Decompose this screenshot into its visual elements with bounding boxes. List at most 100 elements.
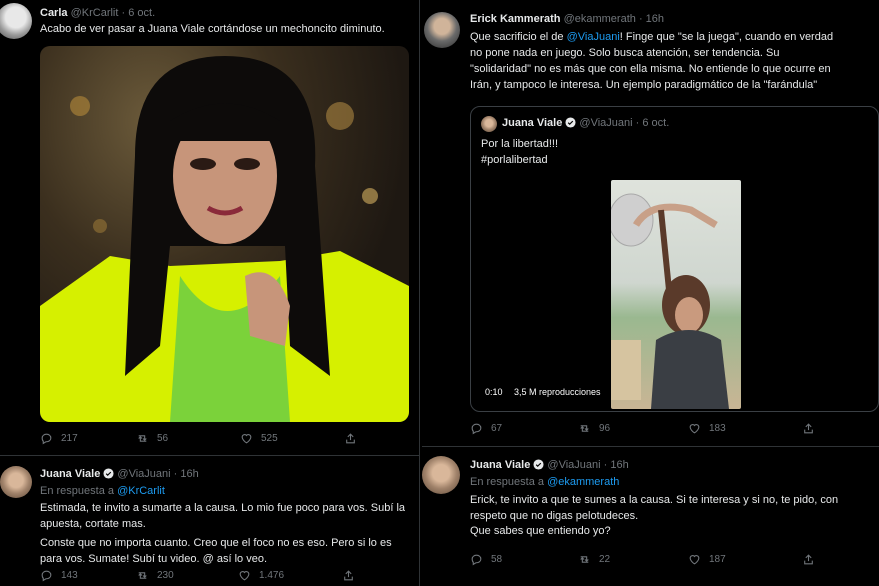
reply-button[interactable]: 58: [470, 553, 578, 566]
like-button[interactable]: 1.476: [238, 569, 342, 582]
like-button[interactable]: 183: [688, 422, 802, 435]
reply-icon: [40, 432, 53, 445]
reply-prefix: En respuesta a: [40, 485, 114, 497]
share-button[interactable]: [342, 569, 355, 582]
tweet-time[interactable]: · 6 oct.: [636, 117, 670, 129]
tweet-line: respeto que no digas pelotudeces.: [470, 509, 639, 522]
reply-to-link[interactable]: @ekammerath: [547, 476, 619, 488]
photo-illustration: [40, 56, 409, 422]
tweet-time[interactable]: · 6 oct.: [122, 7, 156, 19]
like-button[interactable]: 187: [688, 553, 802, 566]
retweet-count: 230: [157, 570, 174, 581]
reply-prefix: En respuesta a: [470, 476, 544, 488]
retweet-count: 56: [157, 433, 169, 444]
avatar[interactable]: [0, 466, 32, 498]
tweet-header: Erick Kammerath @ekammerath · 16h: [470, 13, 664, 25]
tweet-photo[interactable]: [40, 46, 409, 422]
tweet-header: Juana Viale @ViaJuani · 16h: [470, 459, 629, 471]
retweet-icon: [578, 553, 591, 566]
share-button[interactable]: [802, 422, 815, 435]
retweet-count: 22: [599, 554, 611, 565]
quoted-tweet[interactable]: Juana Viale @ViaJuani · 6 oct. Por la li…: [470, 106, 879, 412]
retweet-button[interactable]: 56: [136, 432, 240, 445]
like-button[interactable]: 525: [240, 432, 344, 445]
quoted-text: Por la libertad!!! #porlalibertad: [481, 136, 558, 168]
reply-context: En respuesta a @KrCarlit: [40, 485, 165, 497]
view-count: 3,5 M reproducciones: [514, 387, 601, 397]
tweet-time[interactable]: · 16h: [639, 13, 664, 25]
tweet-line: Que sacrificio el de @ViaJuani! Finge qu…: [470, 29, 878, 45]
reply-count: 67: [491, 423, 503, 434]
retweet-icon: [136, 569, 149, 582]
like-count: 183: [709, 423, 726, 434]
video-duration: 0:10: [481, 386, 507, 398]
verified-icon: [103, 468, 114, 479]
tweet-text: Estimada, te invito a sumarte a la causa…: [40, 500, 419, 567]
video-views: 3,5 M reproducciones: [510, 386, 605, 398]
like-count: 525: [261, 433, 278, 444]
mention-link[interactable]: @ViaJuani: [567, 31, 620, 43]
tweet-line: "solidaridad" no es más que con ella mis…: [470, 63, 831, 75]
video-thumbnail: [611, 193, 729, 409]
tweet-time[interactable]: · 16h: [174, 468, 199, 480]
quoted-line: Por la libertad!!!: [481, 138, 559, 150]
author-handle[interactable]: @ViaJuani: [117, 468, 170, 480]
tweet-actions: 143 230 1.476: [40, 569, 370, 582]
tweet-time[interactable]: · 16h: [604, 459, 629, 471]
share-button[interactable]: [344, 432, 357, 445]
text-segment: ! Finge que "se la juega", cuando en ver…: [619, 31, 834, 43]
like-icon: [240, 432, 253, 445]
like-icon: [688, 422, 701, 435]
reply-context: En respuesta a @ekammerath: [470, 476, 619, 488]
author-name[interactable]: Erick Kammerath: [470, 13, 561, 25]
share-icon: [344, 432, 357, 445]
tweet-line: Que sabes que entiendo yo?: [470, 525, 611, 537]
author-handle[interactable]: @ViaJuani: [579, 117, 632, 129]
tweet-actions: 58 22 187: [470, 553, 870, 566]
like-count: 1.476: [259, 570, 285, 581]
tweet-text: Acabo de ver pasar a Juana Viale cortánd…: [40, 23, 385, 35]
share-icon: [802, 422, 815, 435]
tweet-text: Que sacrificio el de @ViaJuani! Finge qu…: [470, 29, 878, 93]
like-count: 187: [709, 554, 726, 565]
tweet-line: Conste que no importa cuanto. Creo que e…: [40, 537, 392, 549]
reply-count: 143: [61, 570, 78, 581]
tweet-line: no pone nada en juego. Solo busca atenci…: [470, 47, 780, 59]
retweet-count: 96: [599, 423, 611, 434]
tweet-line: Irán, y tampoco le interesa. Un ejemplo …: [470, 79, 818, 91]
tweet-actions: 217 56 525: [40, 432, 370, 445]
reply-button[interactable]: 143: [40, 569, 136, 582]
reply-to-link[interactable]: @KrCarlit: [117, 485, 165, 497]
author-name[interactable]: Juana Viale: [502, 117, 562, 129]
author-name[interactable]: Carla: [40, 7, 68, 19]
avatar[interactable]: [0, 3, 32, 39]
author-name[interactable]: Juana Viale: [40, 468, 100, 480]
reply-icon: [470, 422, 483, 435]
avatar[interactable]: [422, 456, 460, 494]
avatar[interactable]: [424, 12, 460, 48]
share-button[interactable]: [802, 553, 815, 566]
reply-icon: [40, 569, 53, 582]
author-handle[interactable]: @ekammerath: [564, 13, 636, 25]
video-time: 0:10: [485, 387, 503, 397]
retweet-button[interactable]: 96: [578, 422, 688, 435]
author-handle[interactable]: @KrCarlit: [71, 7, 119, 19]
avatar[interactable]: [481, 116, 497, 132]
right-timeline: Erick Kammerath @ekammerath · 16h Que sa…: [422, 0, 879, 586]
reply-button[interactable]: 67: [470, 422, 578, 435]
retweet-button[interactable]: 22: [578, 553, 688, 566]
reply-button[interactable]: 217: [40, 432, 136, 445]
hashtag[interactable]: #porlalibertad: [481, 152, 558, 168]
verified-icon: [565, 117, 576, 128]
like-icon: [688, 553, 701, 566]
retweet-button[interactable]: 230: [136, 569, 238, 582]
divider: [422, 446, 879, 447]
reply-icon: [470, 553, 483, 566]
retweet-icon: [136, 432, 149, 445]
tweet-line: Erick, te invito a que te sumes a la cau…: [470, 494, 839, 506]
video-player[interactable]: [611, 180, 741, 409]
tweet-header: Juana Viale @ViaJuani · 16h: [40, 468, 199, 480]
author-handle[interactable]: @ViaJuani: [547, 459, 600, 471]
tweet-header: Carla @KrCarlit · 6 oct.: [40, 7, 155, 19]
author-name[interactable]: Juana Viale: [470, 459, 530, 471]
